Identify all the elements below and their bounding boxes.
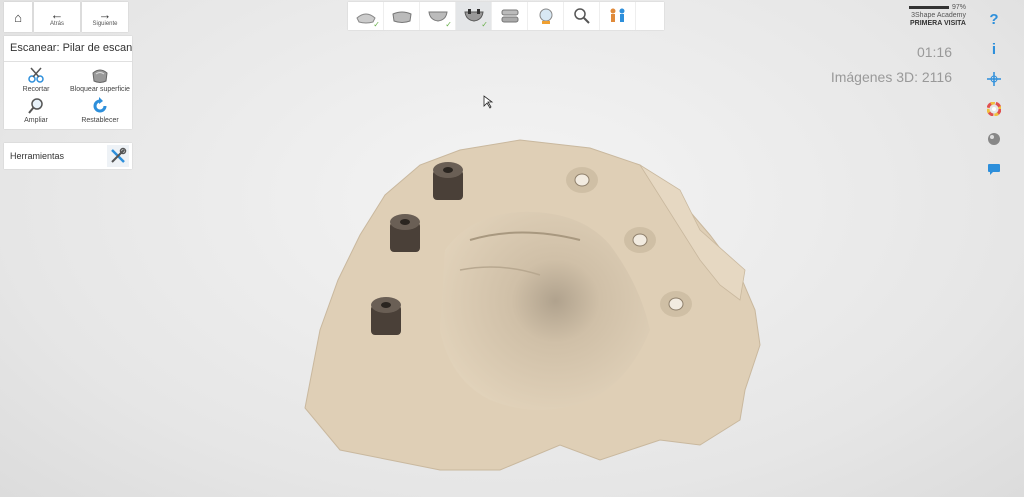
tool-label: Recortar — [22, 86, 50, 93]
zoom-tool-button[interactable]: Ampliar — [4, 96, 68, 125]
color-wheel-icon — [987, 102, 1001, 116]
sphere-icon — [988, 133, 1000, 145]
implant-site — [566, 167, 598, 193]
wrench-screwdriver-icon — [111, 147, 127, 163]
scan-timer: 01:16 — [916, 44, 952, 60]
magnifier-icon — [28, 98, 43, 114]
check-icon: ✓ — [445, 20, 452, 29]
crosshair-icon — [987, 72, 1001, 86]
tool-label: Ampliar — [24, 117, 48, 124]
reset-tool-button[interactable]: Restablecer — [68, 96, 132, 125]
check-icon: ✓ — [373, 20, 380, 29]
check-icon: ✓ — [481, 20, 488, 29]
arrow-left-icon: ← — [50, 6, 64, 22]
right-toolbar: ? i — [984, 10, 1004, 190]
sphere-button[interactable] — [985, 130, 1003, 148]
workflow-step-prep[interactable]: ✓ — [348, 2, 384, 30]
color-button[interactable] — [985, 100, 1003, 118]
send-icon — [610, 8, 624, 22]
account-info: 97% 3Shape Academy PRIMERA VISITA — [908, 4, 966, 28]
workflow-step-upper-jaw[interactable]: ✓ — [420, 2, 456, 30]
lock-surface-tool-button[interactable]: Bloquear superficie — [68, 65, 132, 94]
tool-label: Restablecer — [81, 117, 119, 124]
battery-level: 97% — [951, 4, 966, 11]
info-icon: i — [991, 40, 997, 58]
chat-button[interactable] — [985, 160, 1003, 178]
scan-post — [390, 214, 420, 252]
implant-site — [660, 291, 692, 317]
workflow-step-analyze[interactable] — [564, 2, 600, 30]
tool-label: Bloquear superficie — [70, 86, 130, 93]
panel-title: Escanear: Pilar de escanea — [4, 36, 132, 62]
help-button[interactable]: ? — [985, 10, 1003, 28]
implant-site — [624, 227, 656, 253]
shade-icon — [539, 8, 552, 24]
chat-icon — [988, 164, 1000, 175]
scan-post — [371, 297, 401, 335]
analyze-icon — [573, 8, 590, 24]
next-label: Siguiente — [92, 20, 118, 27]
workflow-step-bite[interactable] — [492, 2, 528, 30]
home-button[interactable]: ⌂ — [4, 2, 32, 32]
info-button[interactable]: i — [985, 40, 1003, 58]
home-icon: ⌂ — [14, 9, 22, 25]
workflow-step-scanbody[interactable]: ✓ — [456, 2, 492, 30]
account-name: 3Shape Academy — [911, 12, 966, 19]
reset-icon — [93, 97, 107, 113]
lock-surface-icon — [92, 69, 108, 83]
tools-row[interactable]: Herramientas — [4, 143, 132, 169]
bite-icon — [501, 9, 518, 23]
tools-label: Herramientas — [10, 151, 65, 161]
workflow-step-lower-jaw[interactable] — [384, 2, 420, 30]
next-button[interactable]: → Siguiente — [82, 2, 128, 32]
workflow-steps-bar: ✓ ✓ ✓ — [348, 2, 664, 30]
back-label: Atrás — [49, 20, 64, 27]
workflow-step-shade[interactable] — [528, 2, 564, 30]
help-icon: ? — [989, 10, 999, 28]
scan-tools-panel: Escanear: Pilar de escanea Recortar Bloq… — [4, 36, 132, 129]
top-navigation: ⌂ ← Atrás → Siguiente — [4, 2, 128, 32]
scan-post — [433, 162, 463, 200]
crosshair-button[interactable] — [985, 70, 1003, 88]
lower-jaw-icon — [391, 11, 412, 23]
tools-button[interactable] — [107, 145, 129, 167]
scissors-icon — [28, 67, 44, 83]
arrow-right-icon: → — [98, 6, 112, 22]
visit-label: PRIMERA VISITA — [909, 20, 966, 27]
workflow-step-send[interactable] — [600, 2, 636, 30]
battery-icon — [908, 5, 949, 9]
back-button[interactable]: ← Atrás — [34, 2, 80, 32]
images-3d-count: Imágenes 3D: 2116 — [830, 69, 952, 85]
mouse-cursor-icon — [483, 95, 494, 109]
trim-tool-button[interactable]: Recortar — [4, 65, 68, 94]
